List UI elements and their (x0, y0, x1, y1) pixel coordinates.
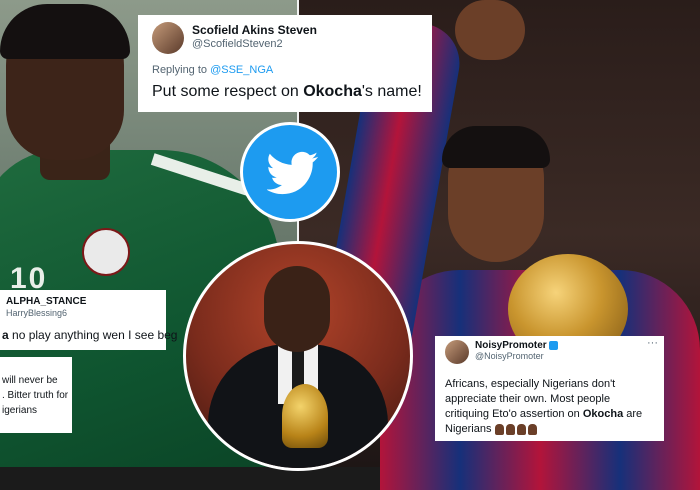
right-player-hair (442, 126, 550, 168)
tweet-text-line: Nigerians (445, 423, 539, 435)
display-name[interactable]: ALPHA_STANCE (6, 296, 86, 307)
woman-bowing-emoji-icon (516, 423, 526, 435)
woman-bowing-emoji-icon (494, 423, 504, 435)
tweet-text-line: Africans, especially Nigerians don't (445, 378, 616, 390)
tweet-text: a no play anything wen I see beg (2, 328, 177, 342)
replying-prefix: Replying to (152, 64, 211, 76)
replying-to-line: Replying to @SSE_NGA (152, 64, 273, 76)
tweet-text-part: Put some respect on (152, 83, 304, 100)
tweet-card-right: NoisyPromoter @NoisyPromoter ··· African… (435, 336, 664, 441)
tweet-text-part: critiquing Eto'o assertion on (445, 408, 583, 420)
tweet-text-line: igerians (2, 405, 38, 416)
tweet-text-bold: Okocha (303, 83, 362, 100)
woman-bowing-emoji-icon (505, 423, 515, 435)
twitter-logo (240, 122, 340, 222)
tweet-text-bold: a (2, 328, 9, 342)
raised-fist (455, 0, 525, 60)
twitter-bird-icon (267, 151, 319, 195)
tweet-text-part: are (623, 408, 643, 420)
display-name-text: NoisyPromoter (475, 340, 547, 351)
tweet-text-part: Nigerians (445, 423, 492, 435)
tweet-text-line: will never be (2, 375, 58, 386)
user-handle[interactable]: HarryBlessing6 (6, 308, 67, 318)
tweet-text-line: . Bitter truth for (2, 390, 69, 401)
display-name[interactable]: NoisyPromoter (475, 340, 558, 351)
more-options-icon[interactable]: ··· (647, 337, 658, 349)
user-handle[interactable]: @NoisyPromoter (475, 351, 544, 361)
tweet-text-part: 's name! (361, 83, 422, 100)
tweet-card-low: will never be . Bitter truth for igerian… (0, 357, 72, 433)
avatar[interactable] (152, 22, 184, 54)
golden-trophy (282, 384, 328, 448)
verified-badge-icon (548, 340, 558, 350)
tweet-card-mid: ALPHA_STANCE HarryBlessing6 a no play an… (0, 290, 177, 350)
player-hair (0, 4, 130, 59)
avatar[interactable] (445, 340, 469, 364)
center-inset-photo (183, 241, 413, 471)
tweet-text-line: critiquing Eto'o assertion on Okocha are (445, 408, 642, 420)
reply-mention-link[interactable]: @SSE_NGA (210, 64, 273, 76)
tweet-text-bold: Okocha (582, 408, 624, 420)
tweet-card-top: Scofield Akins Steven @ScofieldSteven2 R… (138, 15, 432, 112)
display-name[interactable]: Scofield Akins Steven (192, 23, 317, 37)
tweet-text: Put some respect on Okocha's name! (152, 83, 422, 101)
tweet-text-part: no play anything wen I see beg (8, 328, 178, 342)
federation-crest (82, 228, 130, 276)
inset-head (264, 266, 330, 352)
woman-bowing-emoji-icon (527, 423, 537, 435)
user-handle[interactable]: @ScofieldSteven2 (192, 38, 283, 50)
tweet-text-line: appreciate their own. Most people (445, 393, 611, 405)
